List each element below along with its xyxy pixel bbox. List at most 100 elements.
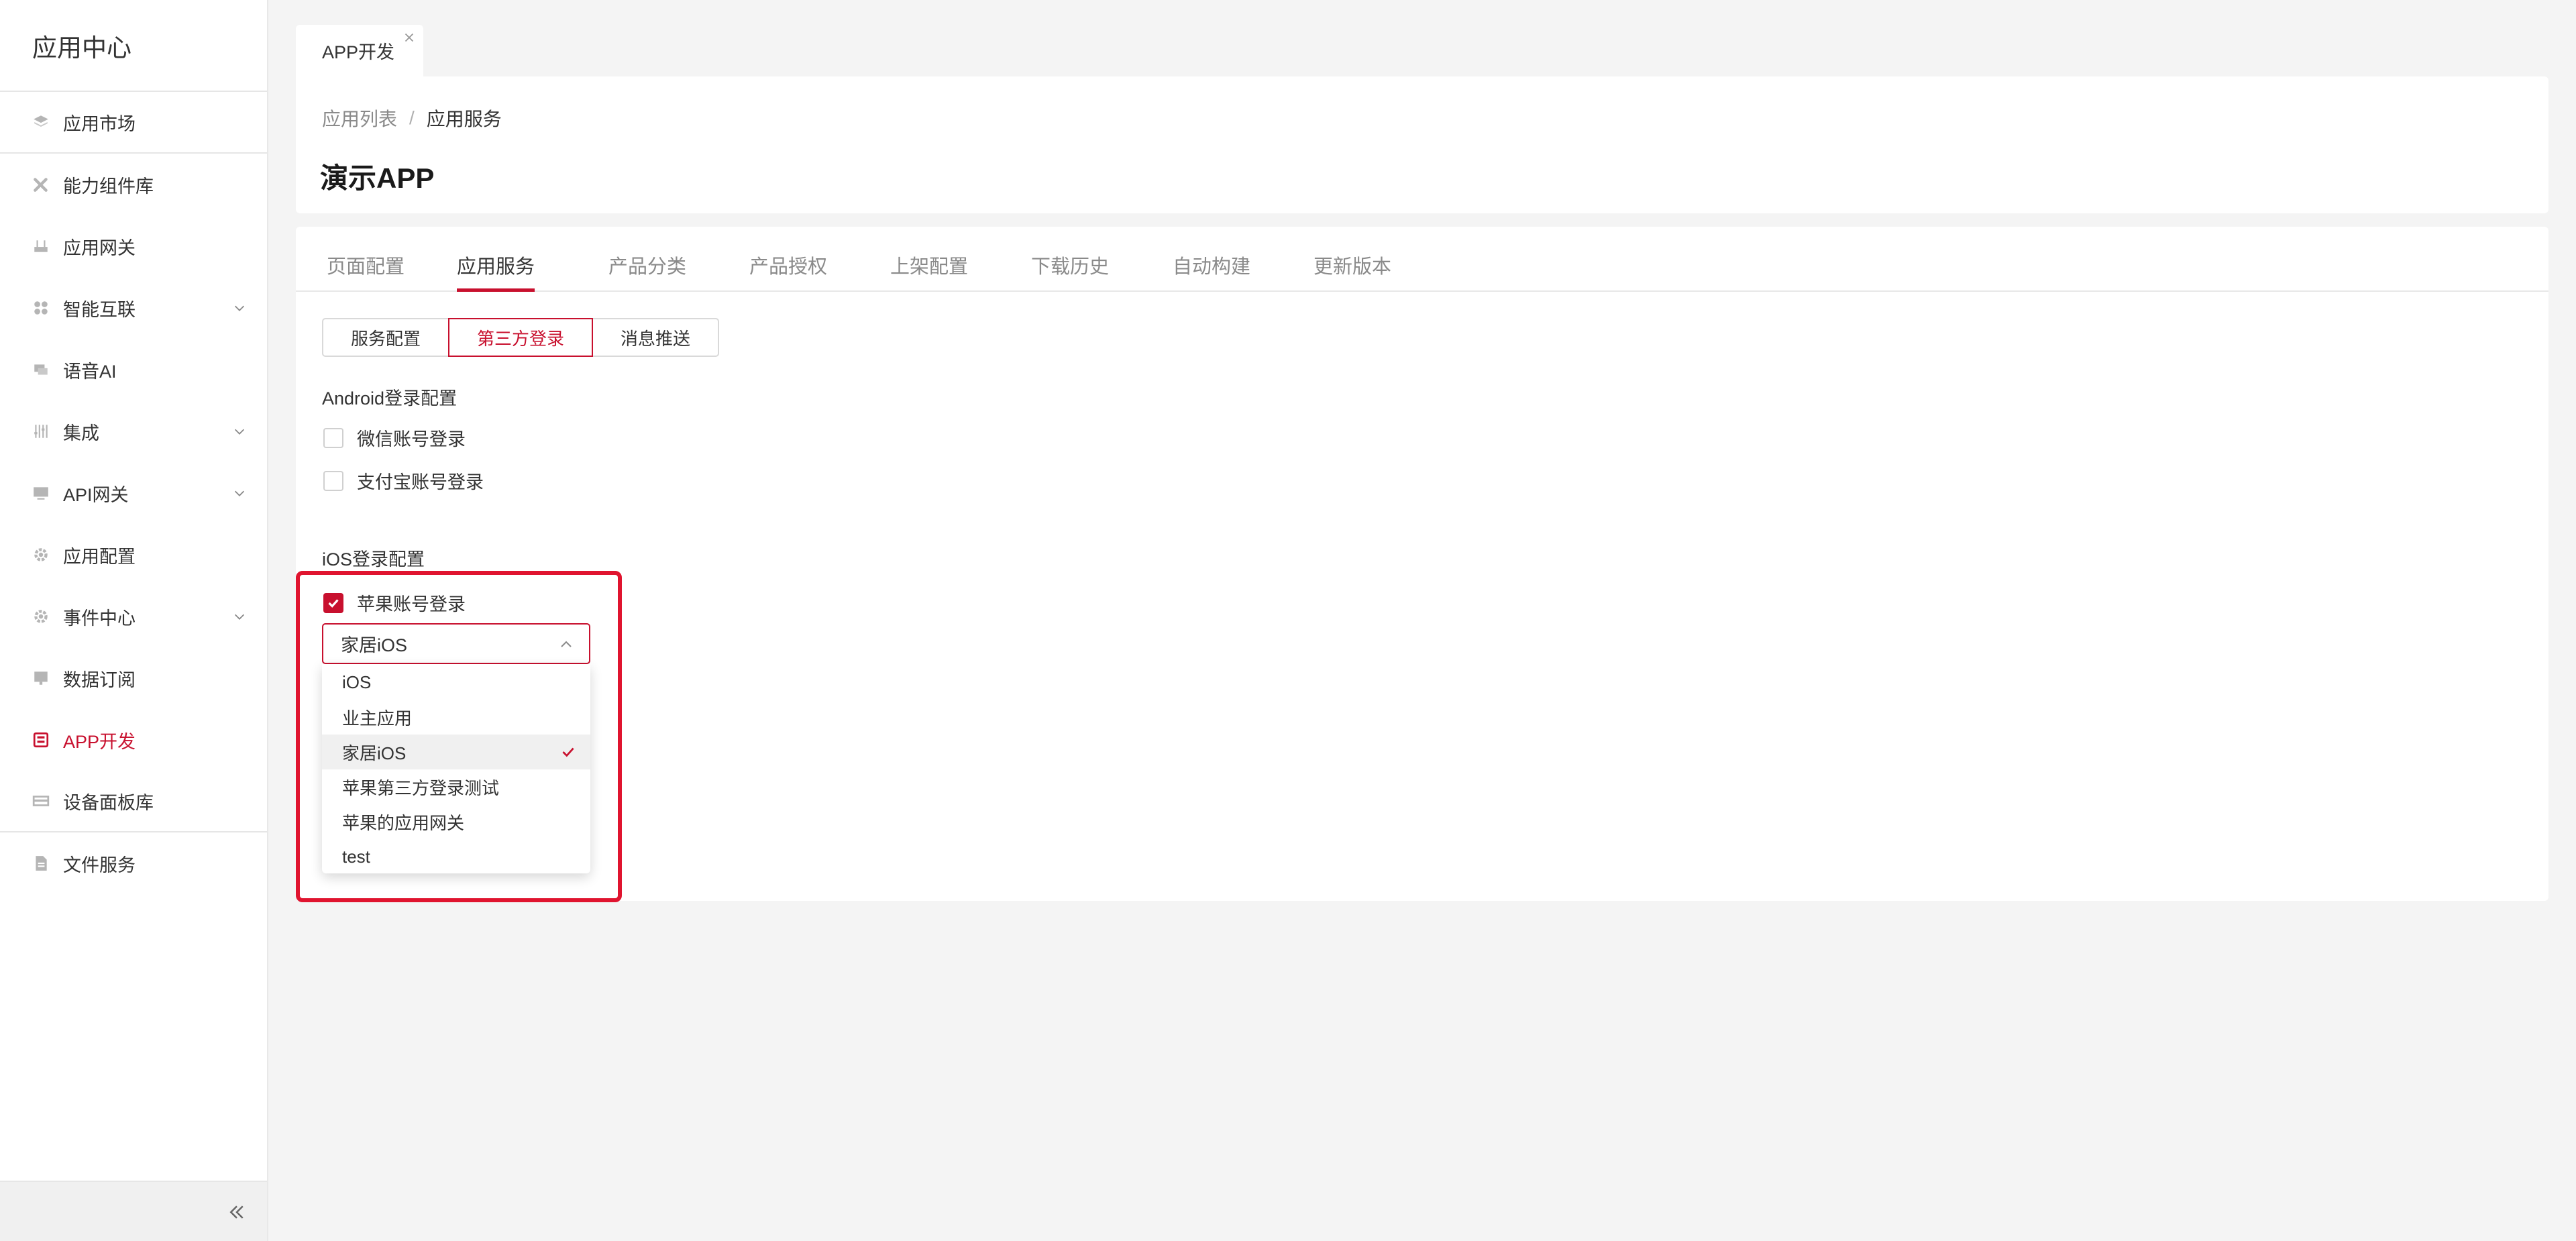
sidebar-item-label: 应用配置 [63, 546, 136, 567]
monitor-icon [32, 484, 50, 502]
ios-app-select[interactable]: 家居iOS [322, 623, 590, 664]
sidebar-item-smart-interconnect[interactable]: 智能互联 [0, 277, 267, 339]
dropdown-option-apple-third-party-test[interactable]: 苹果第三方登录测试 [322, 769, 590, 804]
sidebar-item-app-market[interactable]: 应用市场 [0, 92, 267, 154]
sidebar-item-app-development[interactable]: APP开发 [0, 709, 267, 771]
sidebar-item-app-gateway[interactable]: 应用网关 [0, 215, 267, 277]
apple-login-checkbox[interactable]: 苹果账号登录 [323, 590, 466, 616]
wechat-login-checkbox[interactable]: 微信账号登录 [323, 425, 466, 451]
close-icon[interactable] [402, 30, 417, 45]
sliders-icon [32, 423, 50, 440]
double-chevron-left-icon[interactable] [227, 1202, 247, 1222]
tools-icon [32, 176, 50, 193]
sidebar-item-label: 集成 [63, 423, 99, 443]
tab-auto-build[interactable]: 自动构建 [1173, 251, 1250, 292]
chevron-up-icon [561, 641, 572, 647]
sidebar-item-label: APP开发 [63, 731, 136, 752]
sidebar-item-label: 语音AI [63, 361, 117, 382]
option-label: 家居iOS [342, 743, 407, 763]
checkbox-unchecked[interactable] [323, 470, 343, 491]
sidebar-item-label: 数据订阅 [63, 669, 136, 690]
sidebar-item-event-center[interactable]: 事件中心 [0, 586, 267, 647]
sub-tab-segmented-control: 服务配置 第三方登录 消息推送 [322, 318, 719, 357]
option-label: 苹果的应用网关 [342, 812, 465, 833]
main-card: 页面配置 应用服务 产品分类 产品授权 上架配置 下载历史 自动构建 更新版本 … [296, 227, 2548, 901]
grid-icon [32, 299, 50, 317]
checkbox-label: 微信账号登录 [357, 429, 466, 449]
sidebar-title: 应用中心 [0, 0, 267, 92]
sidebar-item-label: 文件服务 [63, 855, 136, 875]
tab-product-category[interactable]: 产品分类 [608, 251, 686, 292]
router-icon [32, 237, 50, 255]
sidebar-item-label: 设备面板库 [63, 792, 154, 813]
option-label: 业主应用 [342, 708, 413, 729]
sidebar-item-label: 智能互联 [63, 299, 136, 320]
alipay-login-checkbox[interactable]: 支付宝账号登录 [323, 468, 484, 494]
checkbox-label: 苹果账号登录 [357, 594, 466, 614]
panel-icon [32, 792, 50, 810]
tab-page-config[interactable]: 页面配置 [327, 251, 405, 292]
tab-app-services[interactable]: 应用服务 [457, 251, 535, 292]
header-card: 应用列表 / 应用服务 演示APP [296, 76, 2548, 213]
display-icon [32, 669, 50, 687]
sidebar-item-app-config[interactable]: 应用配置 [0, 524, 267, 586]
page-title: 演示APP [320, 162, 435, 194]
sidebar-item-device-panel-library[interactable]: 设备面板库 [0, 771, 267, 832]
option-label: 苹果第三方登录测试 [342, 777, 500, 798]
android-login-config-label: Android登录配置 [322, 388, 458, 409]
sidebar-item-data-subscription[interactable]: 数据订阅 [0, 647, 267, 709]
chevron-down-icon [234, 490, 245, 496]
sidebar: 应用中心 应用市场 能力组件库 应用网关 智能互联 语音AI 集成 API网关 … [0, 0, 268, 1241]
tab-product-authorization[interactable]: 产品授权 [749, 251, 827, 292]
sidebar-nav: 应用市场 能力组件库 应用网关 智能互联 语音AI 集成 API网关 应用配置 … [0, 92, 267, 894]
dropdown-option-ios[interactable]: iOS [322, 665, 590, 700]
chevron-down-icon [234, 614, 245, 620]
option-label: test [342, 846, 370, 867]
ios-login-config-label: iOS登录配置 [322, 549, 425, 570]
check-icon [562, 747, 574, 757]
option-label: iOS [342, 671, 372, 692]
segment-message-push[interactable]: 消息推送 [592, 318, 719, 357]
sidebar-item-label: 事件中心 [63, 608, 136, 629]
sidebar-item-label: 能力组件库 [63, 176, 154, 197]
breadcrumb-separator: / [409, 107, 415, 128]
breadcrumb-current: 应用服务 [426, 109, 502, 129]
app-icon [32, 731, 50, 749]
segment-service-config[interactable]: 服务配置 [322, 318, 449, 357]
tab-download-history[interactable]: 下载历史 [1031, 251, 1109, 292]
tab-listing-config[interactable]: 上架配置 [890, 251, 968, 292]
chevron-down-icon [234, 305, 245, 311]
layers-icon [32, 113, 50, 131]
sidebar-item-api-gateway[interactable]: API网关 [0, 462, 267, 524]
dropdown-option-owner-app[interactable]: 业主应用 [322, 700, 590, 735]
ios-app-dropdown: iOS 业主应用 家居iOS 苹果第三方登录测试 苹果的应用网关 test [322, 664, 590, 873]
sidebar-item-label: API网关 [63, 484, 129, 505]
select-value: 家居iOS [341, 635, 408, 655]
gear-icon [32, 546, 50, 563]
checkbox-unchecked[interactable] [323, 427, 343, 448]
check-icon [328, 598, 339, 608]
sidebar-item-label: 应用网关 [63, 237, 136, 258]
sidebar-item-capability-library[interactable]: 能力组件库 [0, 154, 267, 215]
dropdown-option-home-ios[interactable]: 家居iOS [322, 735, 590, 769]
checkbox-label: 支付宝账号登录 [357, 472, 484, 492]
chevron-down-icon [234, 429, 245, 435]
sidebar-item-file-service[interactable]: 文件服务 [0, 832, 267, 894]
chat-icon [32, 361, 50, 378]
page-tab-app-development[interactable]: APP开发 [296, 25, 423, 76]
sidebar-item-integration[interactable]: 集成 [0, 400, 267, 462]
dropdown-option-apple-app-gateway[interactable]: 苹果的应用网关 [322, 804, 590, 839]
checkbox-checked[interactable] [323, 592, 343, 613]
dropdown-option-test[interactable]: test [322, 839, 590, 874]
file-icon [32, 855, 50, 872]
sidebar-footer [0, 1181, 267, 1241]
sidebar-item-label: 应用市场 [63, 113, 136, 134]
breadcrumb: 应用列表 / 应用服务 [322, 105, 502, 131]
page-tab-label: APP开发 [322, 42, 395, 62]
breadcrumb-app-list[interactable]: 应用列表 [322, 105, 397, 131]
tab-bar: 页面配置 应用服务 产品分类 产品授权 上架配置 下载历史 自动构建 更新版本 [296, 227, 2548, 292]
segment-third-party-login[interactable]: 第三方登录 [448, 318, 593, 357]
gear-icon [32, 608, 50, 625]
sidebar-item-voice-ai[interactable]: 语音AI [0, 339, 267, 400]
tab-update-version[interactable]: 更新版本 [1313, 251, 1391, 292]
